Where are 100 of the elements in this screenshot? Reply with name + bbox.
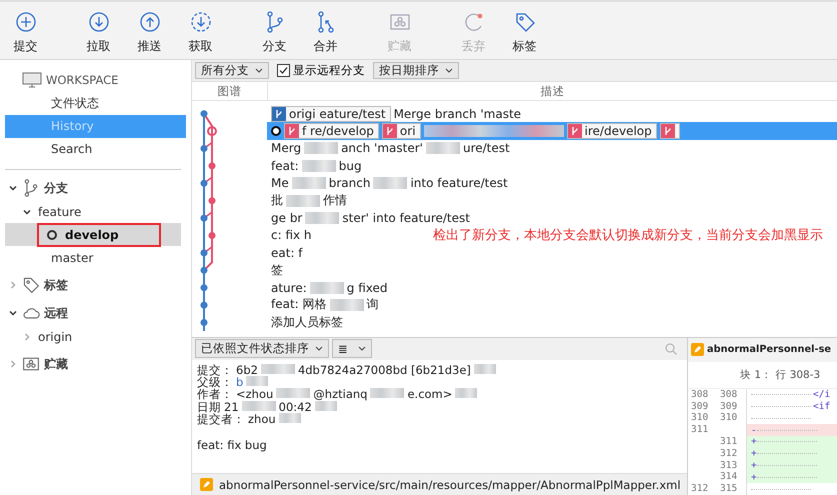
section-heading[interactable]: 贮藏 xyxy=(44,356,68,372)
blurred-area xyxy=(242,400,276,411)
blurred-area xyxy=(305,212,340,224)
merge-line xyxy=(204,211,212,219)
diff-line: 309 309 <if xyxy=(688,400,837,412)
commit-row[interactable]: ge br ster' into feature/test xyxy=(267,209,837,227)
show-remote-checkbox[interactable]: 显示远程分支 xyxy=(277,62,365,78)
detail-label: 提交者： xyxy=(197,413,245,426)
toolbar-button[interactable]: 提交 xyxy=(0,2,51,59)
diff-marker: + xyxy=(751,460,757,471)
code-text: </i xyxy=(813,389,830,400)
annotation-text: 检出了新分支，本地分支会默认切换成新分支，当前分支会加黑显示 xyxy=(433,227,823,244)
commit-message: 作情 xyxy=(323,192,347,210)
section-heading[interactable]: 标签 xyxy=(44,276,68,294)
blurred-area xyxy=(292,177,326,190)
code-text: <if xyxy=(813,401,830,412)
column-header: 描述 xyxy=(540,82,566,100)
workspace-item[interactable]: 文件状态 xyxy=(5,92,186,115)
detail-value: @hztianq xyxy=(313,388,368,401)
commit-row[interactable]: ature: g fixed xyxy=(267,278,837,296)
commit-message: ge br xyxy=(271,210,302,225)
toolbar-button[interactable]: 分支 xyxy=(249,2,300,59)
commit-message: bug xyxy=(338,158,362,173)
stash-icon xyxy=(22,355,40,373)
commit-message: c: fix h xyxy=(271,228,312,242)
detail-label: 日期 xyxy=(197,400,221,414)
diff-marker: + xyxy=(751,448,757,460)
branch-name: ori xyxy=(400,124,416,138)
commit-message: 询 xyxy=(366,296,379,314)
pencil-icon xyxy=(691,343,704,356)
commit-message: ster' into feature/test xyxy=(342,210,470,225)
column-header: 图谱 xyxy=(192,82,268,100)
tag-icon xyxy=(514,11,536,33)
branch-item[interactable]: master xyxy=(51,250,94,264)
diff-marker: + xyxy=(751,436,757,448)
toolbar-button[interactable]: 拉取 xyxy=(73,2,124,59)
commit-row[interactable]: f re/develop ori ire/develop xyxy=(267,122,837,140)
commit-message: feat: xyxy=(271,158,299,173)
commit-row[interactable]: Merg anch 'master' ure/test xyxy=(267,140,837,158)
branch-icon xyxy=(22,179,40,197)
blurred-area xyxy=(314,400,337,411)
branch-filter-dropdown[interactable]: 所有分支 xyxy=(195,62,269,79)
section-heading[interactable]: 分支 xyxy=(44,180,68,196)
commit-message: ure/test xyxy=(462,141,510,156)
toolbar-button[interactable]: 推送 xyxy=(124,2,175,59)
commit-row[interactable]: c: fix h 检出了新分支，本地分支会默认切换成新分支，当前分支会加黑显示 xyxy=(267,226,837,244)
changed-file-row[interactable]: abnormalPersonnel-service/src/main/resources/mapper/AbnormalPplMapper.xml xyxy=(192,473,687,495)
commit-message: eat: f xyxy=(271,246,303,260)
chevron-icon[interactable] xyxy=(8,308,18,318)
blurred-area xyxy=(278,413,301,424)
monitor-icon xyxy=(22,72,42,88)
commit-row[interactable]: origi eature/test Merge branch 'maste xyxy=(267,104,837,122)
blurred-area xyxy=(330,298,364,311)
blurred-area xyxy=(310,282,344,294)
search-icon[interactable] xyxy=(665,342,677,355)
chevron-icon[interactable] xyxy=(8,183,18,193)
commit-message: 添加人员标签 xyxy=(271,314,343,331)
parent-link[interactable]: b xyxy=(236,376,244,388)
commit-row[interactable]: 签 xyxy=(267,261,837,279)
sort-dropdown[interactable]: 按日期排序 xyxy=(373,62,459,79)
commit-message: feat: fix bug xyxy=(197,439,268,452)
up-arrow-circle-icon xyxy=(138,11,160,33)
toolbar-button[interactable]: 获取 xyxy=(175,2,226,59)
merge-line xyxy=(204,142,212,150)
commit-row[interactable]: 添加人员标签 xyxy=(267,314,837,331)
blurred-area xyxy=(373,177,408,190)
diff-file-name: abnormalPersonnel-se xyxy=(707,344,832,356)
commit-row[interactable]: eat: f xyxy=(267,244,837,262)
workspace-heading: WORKSPACE xyxy=(46,73,118,87)
commit-message: feat: 网格 xyxy=(271,296,327,314)
branch-item[interactable]: develop xyxy=(65,228,119,242)
detail-value: 4db7824a27008bd [6b21d3e] xyxy=(298,364,471,376)
commit-row[interactable]: Me branch into feature/test xyxy=(267,174,837,192)
section-heading[interactable]: 远程 xyxy=(44,304,68,322)
detail-label: 父级： xyxy=(197,376,233,388)
commit-message: g fixed xyxy=(346,280,388,294)
branch-name: origi eature/test xyxy=(289,106,386,121)
caret-icon xyxy=(315,346,323,352)
checkmark-icon xyxy=(279,66,288,75)
view-mode-dropdown[interactable]: ≣ xyxy=(332,339,372,358)
tree-item[interactable]: origin xyxy=(38,330,72,344)
undo-icon xyxy=(462,11,484,33)
commit-row[interactable]: 批 作情 xyxy=(267,192,837,210)
commit-row[interactable]: feat: bug xyxy=(267,157,837,174)
diff-marker: + xyxy=(751,472,757,483)
commit-message: Merg xyxy=(271,141,302,156)
toolbar-button[interactable]: 合并 xyxy=(300,2,351,59)
diff-line: 308 308 </i xyxy=(688,388,837,401)
file-sort-dropdown[interactable]: 已依照文件状态排序 xyxy=(195,339,329,358)
detail-value: 6b2 xyxy=(236,364,258,376)
toolbar-button[interactable]: 标签 xyxy=(499,2,550,59)
caret-icon xyxy=(255,68,263,73)
commit-row[interactable]: feat: 网格 询 xyxy=(267,296,837,314)
workspace-item[interactable]: Search xyxy=(5,138,186,161)
detail-value: 21 xyxy=(224,400,239,414)
tree-item[interactable]: feature xyxy=(38,204,82,218)
blurred-area xyxy=(260,364,295,374)
caret-icon xyxy=(358,346,366,352)
branch-name: f re/develop xyxy=(302,124,374,138)
merge-line xyxy=(204,176,212,184)
